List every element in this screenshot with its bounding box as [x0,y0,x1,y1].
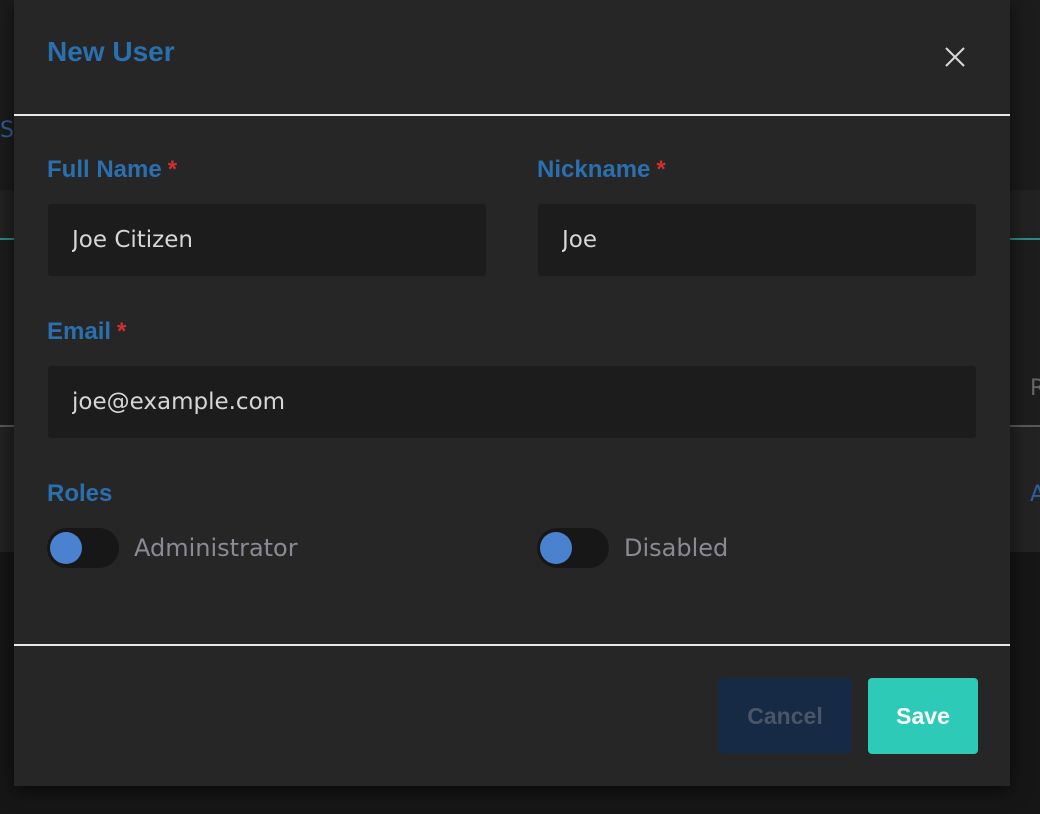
full-name-input[interactable] [48,204,486,276]
close-icon [945,47,965,67]
required-mark: * [117,318,127,345]
modal-body: Full Name* Nickname* Email* Roles Admini… [14,116,1010,646]
toggle-knob [50,532,82,564]
required-mark: * [656,156,666,183]
background-text-peek: A [1030,482,1040,507]
roles-label: Roles [47,480,113,507]
administrator-toggle[interactable] [47,528,119,568]
nickname-label-text: Nickname [537,156,651,183]
modal-title: New User [47,36,175,67]
save-button[interactable]: Save [868,678,978,754]
full-name-label: Full Name * [47,156,177,184]
toggle-knob [540,532,572,564]
disabled-label: Disabled [624,534,729,562]
nickname-input[interactable] [538,204,976,276]
nickname-label: Nickname * [537,156,666,184]
disabled-toggle[interactable] [537,528,609,568]
email-label: Email * [47,318,126,346]
administrator-label: Administrator [134,534,298,562]
email-input[interactable] [48,366,976,438]
required-mark: * [167,156,178,183]
background-text-peek: R [1030,376,1040,401]
new-user-modal: New User Full Name* Nickname* Email* Rol… [14,0,1010,786]
close-button[interactable] [940,42,970,72]
email-label-text: Email [47,318,112,345]
cancel-button[interactable]: Cancel [718,678,852,754]
modal-header: New User [14,0,1010,116]
full-name-label-text: Full Name [47,156,162,183]
modal-footer: Cancel Save [14,646,1010,786]
